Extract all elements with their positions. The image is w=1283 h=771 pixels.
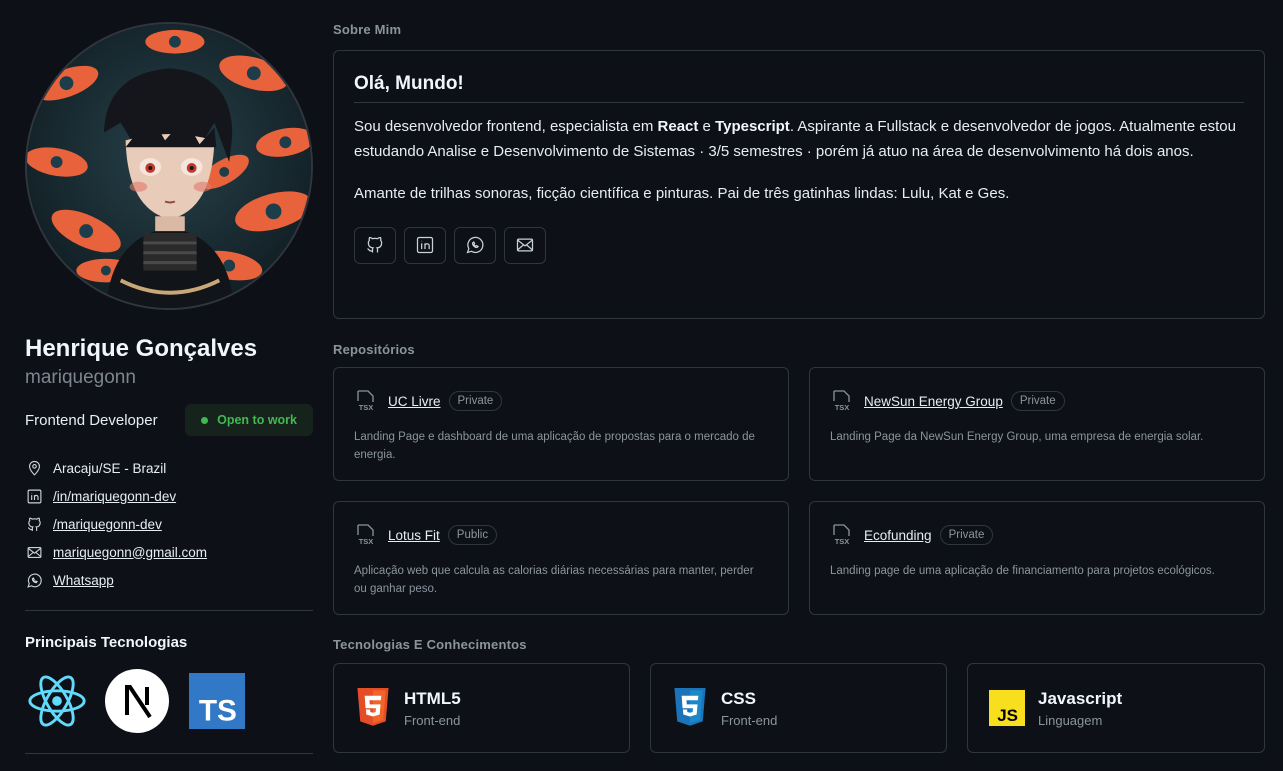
- status-dot-icon: [201, 416, 209, 424]
- tech-category: Front-end: [721, 712, 778, 728]
- svg-text:JS: JS: [997, 706, 1018, 725]
- github-button[interactable]: [354, 226, 396, 264]
- react-logo-icon: [25, 669, 89, 733]
- typescript-logo-icon: TS: [185, 669, 249, 733]
- repo-link[interactable]: NewSun Energy Group: [864, 394, 1003, 409]
- tech-name: HTML5: [404, 688, 461, 708]
- whatsapp-button[interactable]: [454, 226, 496, 264]
- about-react: React: [657, 118, 699, 135]
- repo-link[interactable]: Lotus Fit: [388, 528, 440, 543]
- tech-grid: HTML5 Front-end CSS Front-end JS Javascr…: [333, 663, 1265, 753]
- tech-category: Linguagem: [1038, 712, 1103, 728]
- svg-text:TSX: TSX: [359, 537, 374, 546]
- svg-text:TS: TS: [199, 694, 237, 727]
- repo-card: TSX Lotus Fit Public Aplicação web que c…: [333, 501, 789, 615]
- whatsapp-icon: [25, 571, 43, 589]
- sidebar-divider: [25, 610, 313, 611]
- svg-text:TSX: TSX: [359, 403, 374, 412]
- whatsapp-icon: [466, 236, 484, 254]
- mail-icon: [516, 238, 534, 252]
- main-tech-title: Principais Tecnologias: [25, 634, 188, 651]
- visibility-badge: Public: [447, 525, 498, 545]
- contact-github: /mariquegonn-dev: [25, 510, 313, 538]
- nextjs-logo-icon: [105, 669, 169, 733]
- location-icon: [25, 459, 43, 477]
- linkedin-button[interactable]: [404, 226, 446, 264]
- tsx-file-icon: TSX: [357, 524, 374, 546]
- repo-description: Aplicação web que calcula as calorias di…: [354, 565, 754, 595]
- visibility-badge: Private: [1010, 391, 1065, 411]
- svg-text:TSX: TSX: [835, 537, 850, 546]
- tsx-file-icon: TSX: [833, 524, 850, 546]
- tech-section-title: Tecnologias E Conhecimentos: [333, 637, 527, 652]
- about-typescript: Typescript: [715, 118, 790, 135]
- about-card: Olá, Mundo! Sou desenvolvedor frontend, …: [333, 50, 1265, 319]
- about-section-title: Sobre Mim: [333, 22, 402, 37]
- about-text: Sou desenvolvedor frontend, especialista…: [354, 118, 658, 135]
- about-paragraph-1: Sou desenvolvedor frontend, especialista…: [354, 115, 1244, 164]
- repo-card: TSX Ecofunding Private Landing page de u…: [809, 501, 1265, 615]
- javascript-icon: JS: [988, 688, 1026, 728]
- profile-role: Frontend Developer: [25, 411, 158, 429]
- mail-icon: [25, 543, 43, 561]
- tech-name: CSS: [721, 688, 756, 708]
- repo-description: Landing page de uma aplicação de financi…: [830, 565, 1215, 577]
- contact-whatsapp: Whatsapp: [25, 566, 313, 594]
- linkedin-icon: [25, 487, 43, 505]
- svg-text:TSX: TSX: [835, 403, 850, 412]
- social-buttons: [354, 226, 1244, 264]
- contact-email: mariquegonn@gmail.com: [25, 538, 313, 566]
- github-icon: [25, 515, 43, 533]
- main-tech-logos: TS: [25, 669, 313, 733]
- about-heading: Olá, Mundo!: [354, 73, 1244, 103]
- profile-name: Henrique Gonçalves: [25, 335, 258, 362]
- repos-section-title: Repositórios: [333, 342, 415, 357]
- visibility-badge: Private: [939, 525, 994, 545]
- visibility-badge: Private: [448, 391, 503, 411]
- mail-button[interactable]: [504, 226, 546, 264]
- tech-card: JS Javascript Linguagem: [967, 663, 1265, 753]
- about-paragraph-2: Amante de trilhas sonoras, ficção cientí…: [354, 185, 1010, 202]
- contact-location-text: Aracaju/SE - Brazil: [53, 460, 167, 476]
- tsx-file-icon: TSX: [833, 390, 850, 412]
- tech-category: Front-end: [404, 712, 461, 728]
- sidebar-divider-bottom: [25, 753, 313, 754]
- profile-sidebar: Henrique Gonçalves mariquegonn Frontend …: [25, 22, 313, 754]
- repo-description: Landing Page e dashboard de uma aplicaçã…: [354, 431, 755, 461]
- open-to-work-badge: Open to work: [185, 404, 313, 436]
- avatar: [25, 22, 313, 310]
- linkedin-icon: [416, 236, 434, 254]
- linkedin-link[interactable]: /in/mariquegonn-dev: [53, 489, 176, 504]
- role-row: Frontend Developer Open to work: [25, 404, 313, 436]
- email-link[interactable]: mariquegonn@gmail.com: [53, 545, 207, 560]
- css3-icon: [671, 688, 709, 728]
- open-to-work-label: Open to work: [217, 413, 297, 427]
- repo-grid: TSX UC Livre Private Landing Page e dash…: [333, 367, 1265, 615]
- repo-description: Landing Page da NewSun Energy Group, uma…: [830, 431, 1204, 443]
- github-icon: [367, 236, 383, 253]
- tech-card: CSS Front-end: [650, 663, 947, 753]
- profile-username: mariquegonn: [25, 367, 136, 388]
- tech-name: Javascript: [1038, 688, 1123, 708]
- repo-card: TSX NewSun Energy Group Private Landing …: [809, 367, 1265, 481]
- repo-link[interactable]: Ecofunding: [864, 528, 932, 543]
- repo-card: TSX UC Livre Private Landing Page e dash…: [333, 367, 789, 481]
- about-text: e: [698, 118, 716, 135]
- tech-card: HTML5 Front-end: [333, 663, 630, 753]
- contact-location: Aracaju/SE - Brazil: [25, 454, 313, 482]
- contact-list: Aracaju/SE - Brazil /in/mariquegonn-dev …: [25, 454, 313, 594]
- github-link[interactable]: /mariquegonn-dev: [53, 517, 162, 532]
- main-content: Sobre Mim Olá, Mundo! Sou desenvolvedor …: [333, 22, 1265, 753]
- repo-link[interactable]: UC Livre: [388, 394, 441, 409]
- whatsapp-link[interactable]: Whatsapp: [53, 573, 114, 588]
- html5-icon: [354, 688, 392, 728]
- tsx-file-icon: TSX: [357, 390, 374, 412]
- contact-linkedin: /in/mariquegonn-dev: [25, 482, 313, 510]
